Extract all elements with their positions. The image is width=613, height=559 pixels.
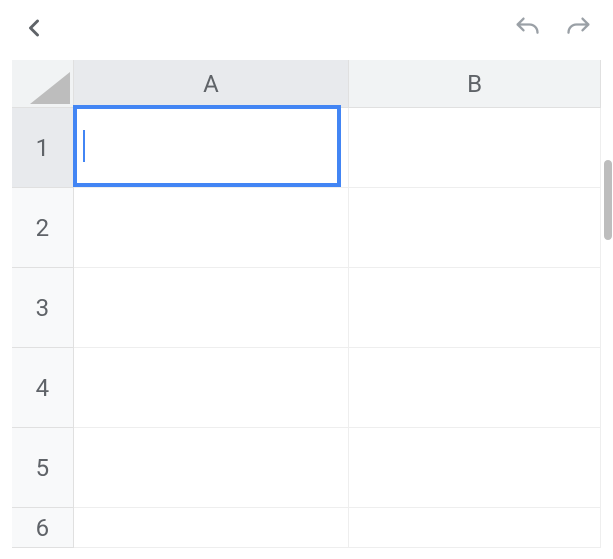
row-header-1[interactable]: 1: [12, 108, 74, 188]
column-header-b[interactable]: B: [349, 60, 601, 108]
cell-a1[interactable]: [74, 108, 349, 188]
cell-b3[interactable]: [349, 268, 601, 348]
row-header-3[interactable]: 3: [12, 268, 74, 348]
row-header-2[interactable]: 2: [12, 188, 74, 268]
vertical-scrollbar-thumb[interactable]: [604, 160, 612, 240]
undo-icon: [513, 14, 541, 42]
column-header-a[interactable]: A: [74, 60, 349, 108]
toolbar-right: [513, 14, 593, 42]
row-header-6[interactable]: 6: [12, 508, 74, 548]
cell-a5[interactable]: [74, 428, 349, 508]
redo-icon: [565, 14, 593, 42]
undo-button[interactable]: [513, 14, 541, 42]
cell-b1[interactable]: [349, 108, 601, 188]
cell-b6[interactable]: [349, 508, 601, 548]
row-header-5[interactable]: 5: [12, 428, 74, 508]
cell-a3[interactable]: [74, 268, 349, 348]
cell-b5[interactable]: [349, 428, 601, 508]
cell-b2[interactable]: [349, 188, 601, 268]
cell-a4[interactable]: [74, 348, 349, 428]
select-all-corner[interactable]: [12, 60, 74, 108]
cell-b4[interactable]: [349, 348, 601, 428]
spreadsheet-grid[interactable]: A B 1 2 3 4 5 6: [12, 60, 601, 548]
cell-a6[interactable]: [74, 508, 349, 548]
back-button[interactable]: [20, 14, 48, 42]
row-header-4[interactable]: 4: [12, 348, 74, 428]
toolbar: [0, 0, 613, 56]
toolbar-left: [20, 14, 48, 42]
cell-a2[interactable]: [74, 188, 349, 268]
redo-button[interactable]: [565, 14, 593, 42]
spreadsheet-area: A B 1 2 3 4 5 6: [0, 56, 613, 548]
corner-triangle-icon: [30, 72, 70, 104]
chevron-left-icon: [20, 14, 48, 42]
